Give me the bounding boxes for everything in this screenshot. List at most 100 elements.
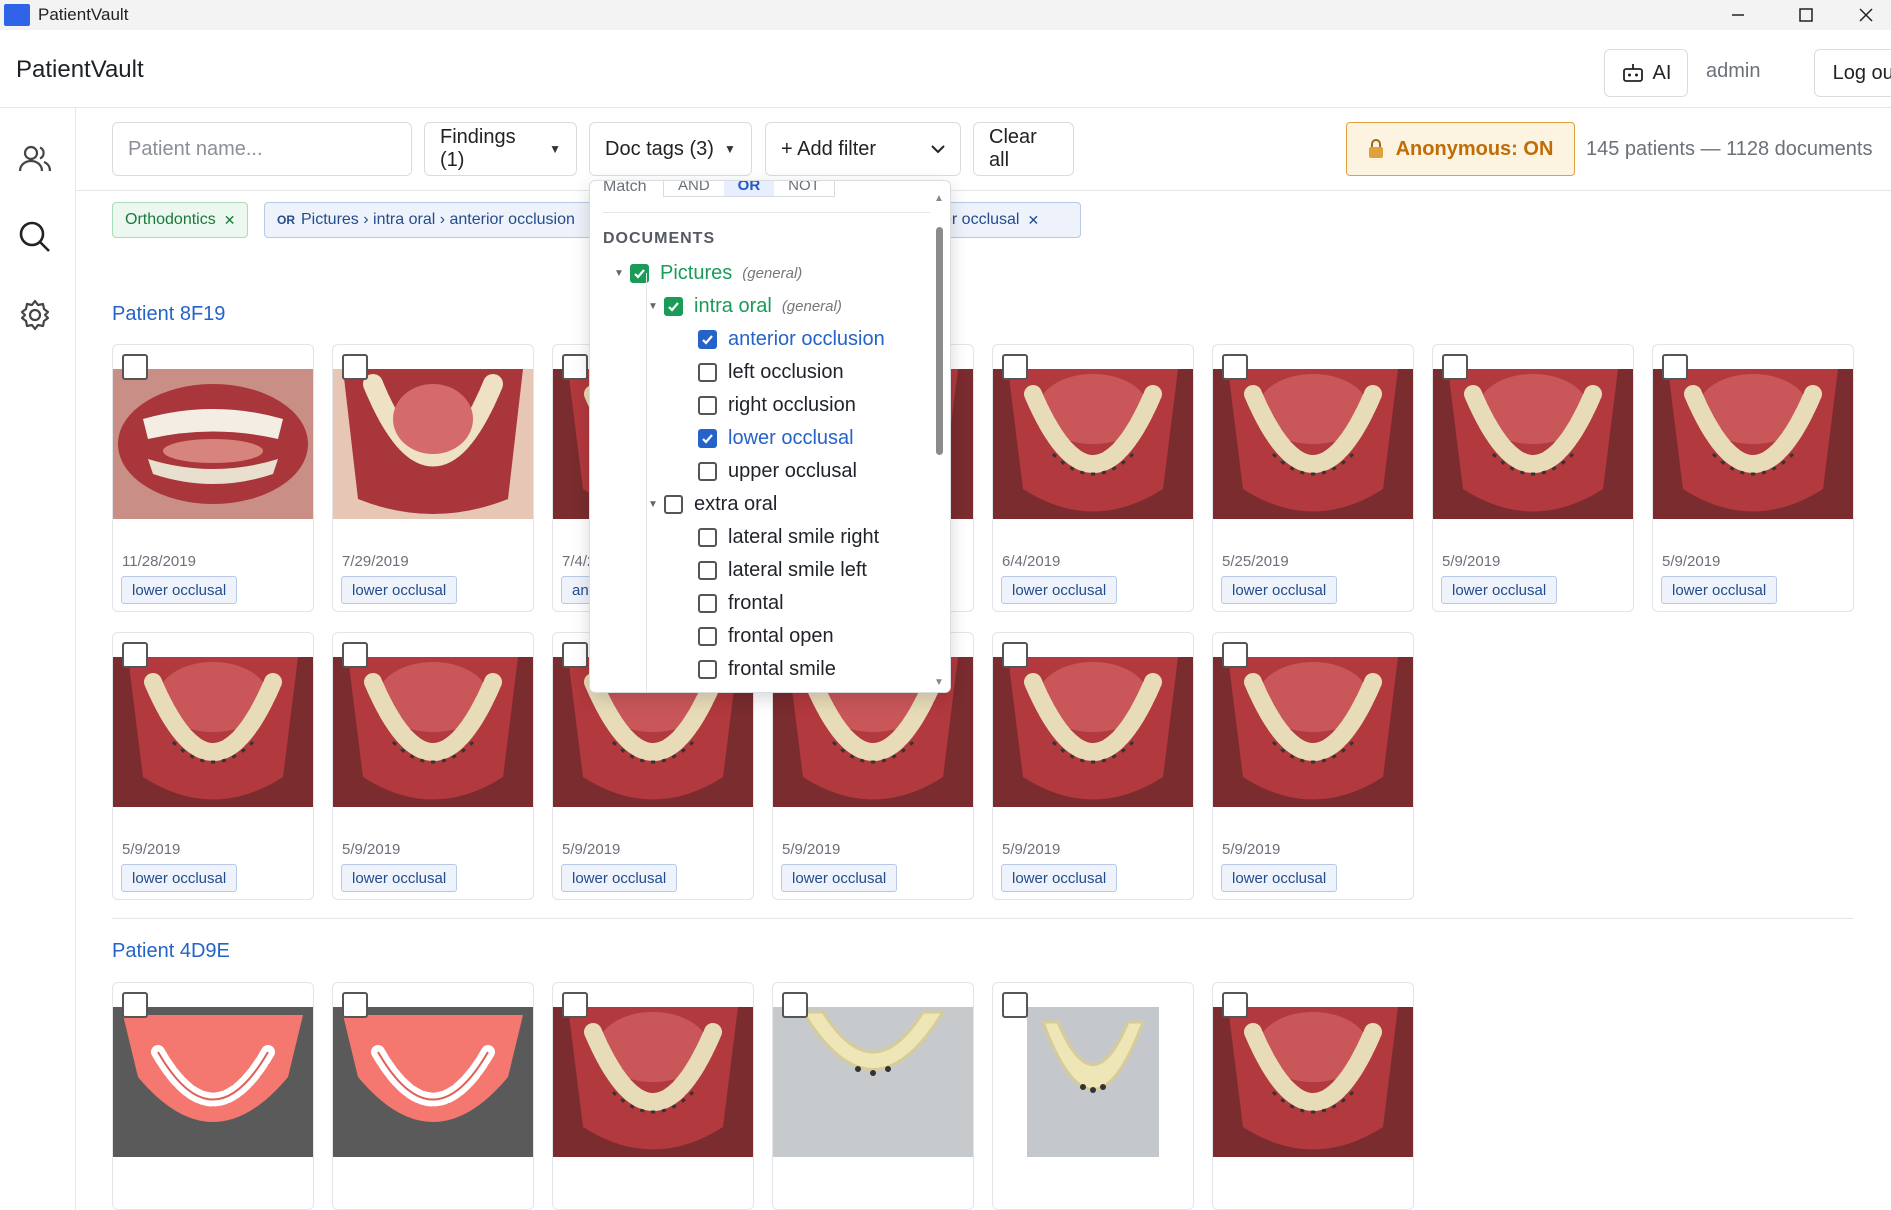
document-card[interactable]: 5/9/2019 lower occlusal <box>1652 344 1854 612</box>
tag-tree-item[interactable]: lower occlusal <box>698 423 854 453</box>
tag-checkbox[interactable] <box>698 626 717 646</box>
document-card[interactable]: 5/9/2019 lower occlusal <box>112 632 314 900</box>
document-card[interactable]: 11/28/2019 lower occlusal <box>112 344 314 612</box>
tag-tree-item[interactable]: frontal <box>698 588 784 618</box>
select-checkbox[interactable] <box>342 354 368 380</box>
select-checkbox[interactable] <box>562 992 588 1018</box>
document-thumbnail[interactable] <box>333 657 533 807</box>
tag-checkbox[interactable] <box>698 560 717 580</box>
chip-orthodontics[interactable]: Orthodontics ✕ <box>112 202 249 238</box>
select-checkbox[interactable] <box>1002 354 1028 380</box>
document-thumbnail[interactable] <box>113 369 313 519</box>
nav-settings[interactable] <box>18 298 52 332</box>
document-thumbnail[interactable] <box>1213 1007 1413 1157</box>
expand-toggle-icon[interactable]: ▼ <box>608 268 630 279</box>
dropdown-scrollbar[interactable]: ▲ ▼ <box>933 193 945 688</box>
mode-or[interactable]: OR <box>723 181 775 196</box>
document-card[interactable] <box>992 982 1194 1210</box>
tag-checkbox[interactable] <box>698 395 717 415</box>
document-card[interactable]: 5/9/2019 lower occlusal <box>992 632 1194 900</box>
remove-chip-icon[interactable]: ✕ <box>224 212 236 229</box>
document-thumbnail[interactable] <box>113 1007 313 1157</box>
document-thumbnail[interactable] <box>993 1007 1193 1157</box>
maximize-button[interactable] <box>1772 0 1840 30</box>
document-card[interactable]: 6/4/2019 lower occlusal <box>992 344 1194 612</box>
logout-button[interactable]: Log out <box>1814 49 1891 97</box>
document-thumbnail[interactable] <box>113 657 313 807</box>
select-checkbox[interactable] <box>122 354 148 380</box>
nav-search[interactable] <box>18 220 52 254</box>
tag-tree-item[interactable]: upper occlusal <box>698 456 857 486</box>
scroll-thumb[interactable] <box>936 227 943 455</box>
select-checkbox[interactable] <box>122 992 148 1018</box>
document-thumbnail[interactable] <box>773 1007 973 1157</box>
minimize-button[interactable] <box>1704 0 1772 30</box>
tag-tree-item[interactable]: ▼ Pictures (general) <box>608 258 802 288</box>
document-card[interactable] <box>772 982 974 1210</box>
select-checkbox[interactable] <box>1002 992 1028 1018</box>
document-card[interactable] <box>112 982 314 1210</box>
select-checkbox[interactable] <box>342 642 368 668</box>
tag-checkbox[interactable] <box>664 296 683 316</box>
document-card[interactable]: 5/9/2019 lower occlusal <box>1432 344 1634 612</box>
document-card[interactable] <box>552 982 754 1210</box>
document-thumbnail[interactable] <box>1213 657 1413 807</box>
tag-checkbox[interactable] <box>698 527 717 547</box>
select-checkbox[interactable] <box>342 992 368 1018</box>
select-checkbox[interactable] <box>1662 354 1688 380</box>
tag-tree-item[interactable]: right occlusion <box>698 390 856 420</box>
document-card[interactable] <box>1212 982 1414 1210</box>
tag-tree-item[interactable]: ▼ intra oral (general) <box>642 291 842 321</box>
findings-filter[interactable]: Findings (1) ▼ <box>424 122 577 176</box>
tag-tree-item[interactable]: ▼ extra oral <box>642 489 777 519</box>
patient-title[interactable]: Patient 8F19 <box>112 303 225 326</box>
tag-checkbox[interactable] <box>664 494 683 514</box>
document-thumbnail[interactable] <box>1213 369 1413 519</box>
tag-tree-item[interactable]: lateral smile right <box>698 522 879 552</box>
tag-tree-item[interactable]: left occlusion <box>698 357 844 387</box>
doc-tags-filter[interactable]: Doc tags (3) ▼ <box>589 122 752 176</box>
select-checkbox[interactable] <box>122 642 148 668</box>
document-card[interactable] <box>332 982 534 1210</box>
patient-name-input[interactable]: Patient name... <box>112 122 412 176</box>
document-card[interactable]: 7/29/2019 lower occlusal <box>332 344 534 612</box>
document-thumbnail[interactable] <box>1433 369 1633 519</box>
tag-checkbox[interactable] <box>698 362 717 382</box>
chip-anterior-occlusion[interactable]: OR Pictures › intra oral › anterior occlu… <box>264 202 594 238</box>
tag-tree-item[interactable]: lateral smile left <box>698 555 867 585</box>
document-card[interactable]: 5/9/2019 lower occlusal <box>332 632 534 900</box>
select-checkbox[interactable] <box>1442 354 1468 380</box>
mode-not[interactable]: NOT <box>774 181 834 196</box>
select-checkbox[interactable] <box>1222 354 1248 380</box>
tag-checkbox[interactable] <box>698 329 717 349</box>
ai-button[interactable]: AI <box>1604 49 1688 97</box>
document-thumbnail[interactable] <box>333 369 533 519</box>
tag-checkbox[interactable] <box>698 659 717 679</box>
remove-chip-icon[interactable]: ✕ <box>1027 212 1039 229</box>
chip-lower-occlusal[interactable]: lower occlusal ✕ <box>940 202 1081 238</box>
patient-title[interactable]: Patient 4D9E <box>112 940 230 963</box>
nav-patients[interactable] <box>18 142 52 176</box>
document-card[interactable]: 5/25/2019 lower occlusal <box>1212 344 1414 612</box>
select-checkbox[interactable] <box>562 354 588 380</box>
tag-tree-item[interactable]: frontal open <box>698 621 834 651</box>
close-button[interactable] <box>1840 0 1891 30</box>
select-checkbox[interactable] <box>1222 642 1248 668</box>
document-thumbnail[interactable] <box>993 657 1193 807</box>
select-checkbox[interactable] <box>562 642 588 668</box>
tag-checkbox[interactable] <box>698 428 717 448</box>
tag-tree-item[interactable]: anterior occlusion <box>698 324 885 354</box>
document-thumbnail[interactable] <box>993 369 1193 519</box>
tag-checkbox[interactable] <box>698 593 717 613</box>
scroll-down-icon[interactable]: ▼ <box>933 677 945 688</box>
tag-checkbox[interactable] <box>698 461 717 481</box>
document-thumbnail[interactable] <box>1653 369 1853 519</box>
select-checkbox[interactable] <box>782 992 808 1018</box>
tag-tree-item[interactable]: frontal smile <box>698 654 836 684</box>
mode-and[interactable]: AND <box>664 181 724 196</box>
clear-all-button[interactable]: Clear all <box>973 122 1074 176</box>
document-card[interactable]: 5/9/2019 lower occlusal <box>1212 632 1414 900</box>
document-thumbnail[interactable] <box>553 1007 753 1157</box>
scroll-up-icon[interactable]: ▲ <box>933 193 945 204</box>
anonymous-toggle[interactable]: Anonymous: ON <box>1346 122 1575 176</box>
